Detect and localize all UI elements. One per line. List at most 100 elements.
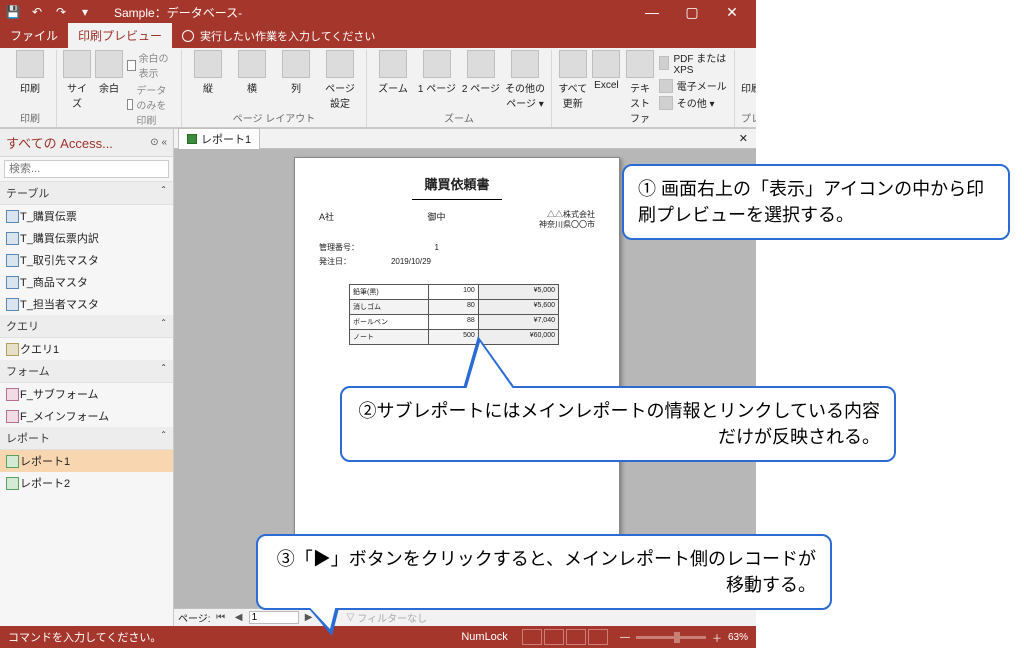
more-icon [659,96,673,110]
annotation-1: ① 画面右上の「表示」アイコンの中から印刷プレビューを選択する。 [622,164,1010,240]
pdf-xps-button[interactable]: PDF または XPS [659,50,728,76]
refresh-icon [559,50,587,78]
more-pages-button[interactable]: その他の ページ ▾ [505,50,545,110]
company-left: A社 [319,210,334,231]
margin-button[interactable]: 余白 [95,50,123,95]
page-setup-icon [326,50,354,78]
filter-indicator: ▽ フィルターなし [347,610,428,625]
excel-icon [592,50,620,78]
textfile-icon [626,50,654,78]
group-pagesize: サイズ 余白 余白の表示 データのみを印刷 ページ サイズ [57,50,182,127]
tell-me[interactable]: 実行したい作業を入力してください [172,24,385,48]
nav-item[interactable]: T_購買伝票内訳 [0,227,173,249]
zoom-in-button[interactable]: ＋ [712,630,722,645]
report-icon [187,134,197,144]
landscape-icon [238,50,266,78]
view-report-button[interactable] [522,629,542,645]
columns-button[interactable]: 列 [276,50,316,95]
section-reports[interactable]: レポート⌃ [0,427,173,450]
nav-item[interactable]: レポート2 [0,472,173,494]
textfile-button[interactable]: テキスト ファイル [625,50,655,140]
view-layout-button[interactable] [566,629,586,645]
portrait-button[interactable]: 縦 [188,50,228,95]
refresh-button[interactable]: すべて 更新 [558,50,588,110]
save-icon[interactable]: 💾 [4,5,22,19]
minimize-button[interactable]: — [632,0,672,24]
one-page-icon [423,50,451,78]
status-prompt: コマンドを入力してください。 [8,629,161,645]
zoom-value: 63% [728,632,748,643]
ribbon-tabs: ファイル 印刷プレビュー 実行したい作業を入力してください [0,24,756,48]
search-input[interactable] [4,160,169,178]
data-only-check[interactable]: データのみを印刷 [127,82,175,127]
title-bar: 💾 ↶ ↷ ▾ Sample：データベース- — ▢ ✕ [0,0,756,24]
tab-file[interactable]: ファイル [0,23,68,48]
group-layout-label: ページ レイアウト [233,110,316,127]
margin-icon [95,50,123,78]
show-margin-check[interactable]: 余白の表示 [127,50,175,80]
company-address: 神奈川県〇〇市 [539,220,595,230]
item-row: ボールペン88¥7,040 [350,314,558,329]
zoom-slider[interactable] [636,636,706,639]
close-tab-button[interactable]: ✕ [735,132,752,145]
group-zoom: ズーム 1 ページ 2 ページ その他の ページ ▾ ズーム [367,50,552,127]
view-design-button[interactable] [588,629,608,645]
size-button[interactable]: サイズ [63,50,91,110]
zoom-out-button[interactable]: — [620,632,630,643]
nav-item[interactable]: F_サブフォーム [0,383,173,405]
section-forms[interactable]: フォーム⌃ [0,360,173,383]
first-record-button[interactable]: ⏮ [213,612,229,623]
one-page-button[interactable]: 1 ページ [417,50,457,95]
item-row: ノート500¥60,000 [350,329,558,344]
group-print-label: 印刷 [20,110,40,127]
view-print-button[interactable] [544,629,564,645]
more-data-button[interactable]: その他 ▾ [659,95,728,110]
page-setup-button[interactable]: ページ 設定 [320,50,360,110]
annotation-2: ②サブレポートにはメインレポートの情報とリンクしている内容だけが反映される。 [340,386,896,462]
print-button[interactable]: 印刷 [10,50,50,95]
two-page-button[interactable]: 2 ページ [461,50,501,95]
nav-header[interactable]: すべての Access...⊙ « [0,129,173,157]
quick-access-toolbar: 💾 ↶ ↷ ▾ [4,5,94,19]
section-queries[interactable]: クエリ⌃ [0,315,173,338]
nav-item[interactable]: レポート1 [0,450,173,472]
annotation-3: ③「▶」ボタンをクリックすると、メインレポート側のレコードが移動する。 [256,534,832,610]
nav-item[interactable]: クエリ1 [0,338,173,360]
pager-label: ページ: [178,610,211,625]
more-pages-icon [511,50,539,78]
redo-icon[interactable]: ↷ [52,5,70,19]
landscape-button[interactable]: 横 [232,50,272,95]
nav-item[interactable]: F_メインフォーム [0,405,173,427]
portrait-icon [194,50,222,78]
document-tabs: レポート1 ✕ [174,129,756,149]
prev-record-button[interactable]: ◀ [231,612,247,623]
nav-item[interactable]: T_購買伝票 [0,205,173,227]
nav-item[interactable]: T_担当者マスタ [0,293,173,315]
numlock-indicator: NumLock [461,631,507,643]
group-zoom-label: ズーム [444,110,474,127]
nav-item[interactable]: T_商品マスタ [0,271,173,293]
qat-more-icon[interactable]: ▾ [76,5,94,19]
undo-icon[interactable]: ↶ [28,5,46,19]
ribbon: 印刷 印刷 サイズ 余白 余白の表示 データのみを印刷 ページ サイズ 縦 横 … [0,48,756,128]
document-tab[interactable]: レポート1 [178,128,260,149]
group-layout: 縦 横 列 ページ 設定 ページ レイアウト [182,50,367,127]
maximize-button[interactable]: ▢ [672,0,712,24]
navigation-pane: すべての Access...⊙ « テーブル⌃ T_購買伝票T_購買伝票内訳T_… [0,129,174,626]
excel-button[interactable]: Excel [592,50,622,91]
group-print: 印刷 印刷 [4,50,57,127]
tab-print-preview[interactable]: 印刷プレビュー [68,23,172,48]
printer-icon [16,50,44,78]
close-button[interactable]: ✕ [712,0,752,24]
zoom-button[interactable]: ズーム [373,50,413,95]
record-navigator: ページ: ⏮ ◀ ▶ ⏭ ▽ フィルターなし [174,608,756,626]
email-button[interactable]: 電子メール [659,78,728,93]
page-number-input[interactable] [249,611,299,624]
window-buttons: — ▢ ✕ [632,0,752,24]
nav-item[interactable]: T_取引先マスタ [0,249,173,271]
zoom-icon [379,50,407,78]
section-tables[interactable]: テーブル⌃ [0,182,173,205]
item-row: 鉛筆(黒)100¥5,000 [350,285,558,299]
tell-me-label: 実行したい作業を入力してください [200,28,375,44]
bulb-icon [182,30,194,42]
